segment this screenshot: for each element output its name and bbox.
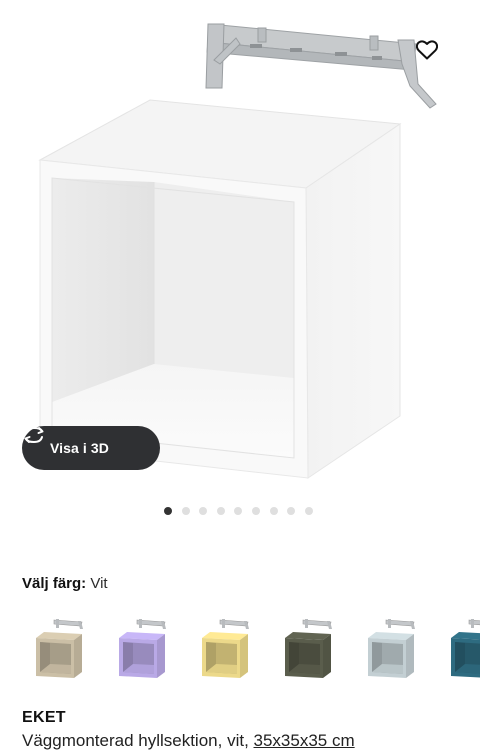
product-name: EKET	[22, 709, 66, 726]
view-in-3d-label: Visa i 3D	[50, 440, 110, 456]
view-in-3d-button[interactable]: Visa i 3D	[22, 426, 160, 470]
selected-color-value: Vit	[90, 575, 108, 592]
product-description: Väggmonterad hyllsektion, vit, 35x35x35 …	[22, 731, 355, 751]
product-description-text: Väggmonterad hyllsektion, vit,	[22, 731, 254, 750]
carousel-dot[interactable]	[199, 507, 208, 515]
carousel-dot[interactable]	[287, 507, 296, 515]
color-swatch[interactable]	[26, 616, 90, 680]
swatch-cabinet-icon	[285, 619, 332, 678]
cabinet-body	[38, 99, 402, 479]
color-swatch[interactable]	[109, 616, 173, 680]
swatch-cabinet-icon	[119, 619, 166, 678]
color-swatch[interactable]	[275, 616, 339, 680]
wall-rail-bracket	[205, 23, 437, 109]
favorite-button[interactable]	[416, 40, 452, 76]
color-swatch[interactable]	[441, 616, 480, 680]
carousel-pagination	[0, 505, 480, 517]
color-swatch[interactable]	[358, 616, 422, 680]
product-size-link[interactable]: 35x35x35 cm	[254, 731, 355, 750]
carousel-dot[interactable]	[234, 507, 243, 515]
carousel-dot[interactable]	[216, 507, 225, 515]
rotate-3d-icon	[24, 426, 44, 444]
swatch-cabinet-icon	[368, 619, 415, 678]
color-swatch-list	[0, 610, 480, 690]
carousel-dot[interactable]	[181, 507, 190, 515]
carousel-dot[interactable]	[164, 507, 172, 515]
swatch-cabinet-icon	[451, 619, 480, 678]
product-image[interactable]: Visa i 3D	[0, 0, 480, 500]
carousel-dot[interactable]	[269, 507, 278, 515]
cabinet-illustration	[38, 23, 437, 479]
color-picker-heading: Välj färg: Vit	[22, 575, 108, 592]
carousel-dot[interactable]	[252, 507, 260, 515]
color-picker-label: Välj färg:	[22, 575, 87, 592]
heart-icon	[416, 40, 438, 60]
swatch-cabinet-icon	[202, 619, 249, 678]
color-swatch[interactable]	[192, 616, 256, 680]
swatch-cabinet-icon	[36, 619, 83, 678]
carousel-dot[interactable]	[304, 507, 313, 515]
